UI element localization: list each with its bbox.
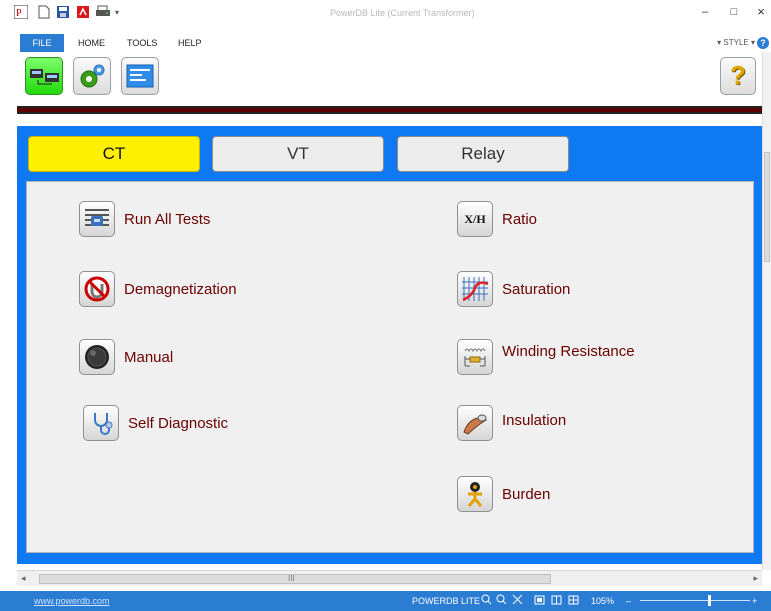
menu-bar: FILE HOME TOOLS HELP ▾ STYLE ▾ ? bbox=[0, 34, 771, 52]
test-label: Saturation bbox=[502, 280, 571, 298]
forms-button[interactable] bbox=[121, 57, 159, 95]
zoom-in-tool-icon[interactable] bbox=[481, 594, 492, 607]
scroll-right-icon[interactable]: ▸ bbox=[753, 573, 758, 584]
connect-instrument-button[interactable] bbox=[25, 57, 63, 95]
window-title: PowerDB Lite (Current Transformer) bbox=[330, 8, 475, 18]
zoom-level: 105% bbox=[591, 596, 615, 606]
saturation-curve-icon bbox=[457, 271, 493, 307]
zoom-slider[interactable] bbox=[640, 595, 750, 606]
customize-dropdown-icon[interactable]: ▾ bbox=[113, 4, 121, 20]
demagnetization-icon bbox=[79, 271, 115, 307]
product-name: POWERDB LITE bbox=[412, 596, 481, 606]
menu-help[interactable]: HELP bbox=[178, 34, 202, 52]
tab-relay[interactable]: Relay bbox=[397, 136, 569, 172]
burden-icon bbox=[457, 476, 493, 512]
insulation-button[interactable]: Insulation bbox=[457, 405, 566, 441]
fit-page-icon[interactable] bbox=[512, 594, 523, 607]
vertical-scroll-thumb[interactable] bbox=[764, 152, 770, 262]
test-label: Demagnetization bbox=[124, 280, 237, 298]
style-label: STYLE bbox=[723, 38, 749, 47]
help-button[interactable]: ? bbox=[720, 57, 756, 95]
demagnetization-button[interactable]: Demagnetization bbox=[79, 271, 237, 307]
single-page-icon[interactable] bbox=[534, 595, 545, 607]
title-bar: P ▾ PowerDB Lite (Current Transformer) –… bbox=[0, 0, 771, 32]
zoom-out-tool-icon[interactable] bbox=[496, 594, 507, 607]
pdf-icon[interactable] bbox=[76, 4, 90, 20]
winding-resistance-button[interactable]: Winding Resistance bbox=[457, 339, 635, 375]
zoom-out-button[interactable]: – bbox=[626, 596, 631, 606]
close-button[interactable]: × bbox=[754, 4, 768, 19]
horizontal-scrollbar[interactable]: ◂ III ▸ bbox=[17, 570, 762, 586]
stethoscope-icon bbox=[83, 405, 119, 441]
instrument-icon bbox=[30, 69, 59, 85]
test-label: Winding Resistance bbox=[502, 342, 635, 360]
status-bar: www.powerdb.com POWERDB LITE 105% – + bbox=[0, 591, 771, 611]
toolbar: ? bbox=[17, 52, 762, 104]
tab-vt[interactable]: VT bbox=[212, 136, 384, 172]
website-link[interactable]: www.powerdb.com bbox=[34, 596, 110, 606]
test-label: Ratio bbox=[502, 210, 538, 228]
minimize-button[interactable]: – bbox=[698, 6, 712, 18]
app-logo-icon[interactable]: P bbox=[14, 4, 28, 20]
saturation-button[interactable]: Saturation bbox=[457, 271, 570, 307]
zoom-slider-thumb[interactable] bbox=[708, 595, 711, 606]
two-pages-icon[interactable] bbox=[551, 595, 562, 607]
chevron-down-icon: ▾ bbox=[717, 38, 722, 47]
multi-page-icon[interactable] bbox=[568, 595, 579, 607]
test-label: Manual bbox=[124, 348, 174, 366]
workspace: CT VT Relay Run All Tests Demagnetizatio… bbox=[17, 126, 762, 564]
chevron-down-icon: ▾ bbox=[750, 38, 755, 47]
style-dropdown[interactable]: ▾ STYLE ▾ bbox=[717, 34, 755, 52]
help-question-icon: ? bbox=[730, 60, 746, 90]
test-label: Self Diagnostic bbox=[128, 414, 229, 432]
settings-button[interactable] bbox=[73, 57, 111, 95]
vertical-scrollbar[interactable] bbox=[762, 52, 771, 570]
burden-button[interactable]: Burden bbox=[457, 476, 550, 512]
divider-bar bbox=[17, 106, 762, 114]
scroll-grip: III bbox=[288, 574, 295, 583]
winding-resistance-icon bbox=[457, 339, 493, 375]
self-diagnostic-button[interactable]: Self Diagnostic bbox=[83, 405, 228, 441]
save-icon[interactable] bbox=[56, 4, 70, 20]
scroll-left-icon[interactable]: ◂ bbox=[21, 573, 26, 584]
manual-button[interactable]: Manual bbox=[79, 339, 173, 375]
test-label: Burden bbox=[502, 485, 551, 503]
run-all-tests-icon bbox=[79, 201, 115, 237]
menu-file[interactable]: FILE bbox=[20, 34, 64, 52]
horizontal-scroll-thumb[interactable]: III bbox=[39, 574, 551, 584]
tests-panel: Run All Tests Demagnetization Manual Sel… bbox=[26, 181, 754, 553]
manual-knob-icon bbox=[79, 339, 115, 375]
menu-tools[interactable]: TOOLS bbox=[127, 34, 157, 52]
menu-home[interactable]: HOME bbox=[78, 34, 105, 52]
ribbon-help-icon[interactable]: ? bbox=[757, 37, 769, 49]
gears-icon bbox=[80, 64, 105, 88]
maximize-button[interactable]: □ bbox=[727, 6, 741, 18]
run-all-tests-button[interactable]: Run All Tests bbox=[79, 201, 210, 237]
tab-ct[interactable]: CT bbox=[28, 136, 200, 172]
ratio-icon: X/H bbox=[457, 201, 493, 237]
insulation-icon bbox=[457, 405, 493, 441]
test-label: Run All Tests bbox=[124, 210, 211, 228]
print-icon[interactable] bbox=[95, 4, 111, 20]
form-icon bbox=[126, 64, 154, 88]
ratio-button[interactable]: X/H Ratio bbox=[457, 201, 537, 237]
app-window: P ▾ PowerDB Lite (Current Transformer) –… bbox=[0, 0, 771, 611]
svg-text:P: P bbox=[16, 8, 22, 19]
new-document-icon[interactable] bbox=[38, 4, 50, 20]
zoom-in-button[interactable]: + bbox=[752, 596, 757, 606]
test-label: Insulation bbox=[502, 411, 567, 429]
